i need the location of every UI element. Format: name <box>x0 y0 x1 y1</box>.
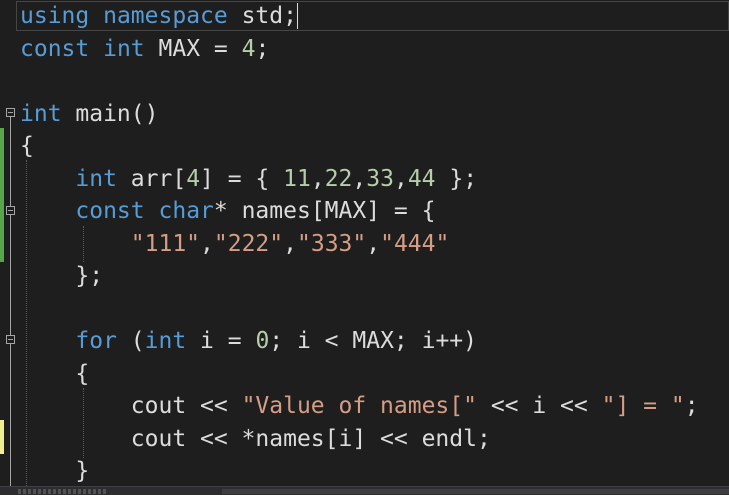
code-line-8[interactable]: "111","222","333","444" <box>20 228 450 260</box>
code-token: 33 <box>366 165 394 192</box>
text-caret <box>297 3 298 29</box>
code-token: char <box>158 198 214 224</box>
code-line-1[interactable]: using namespace std; <box>20 0 297 32</box>
code-token: { <box>20 133 34 159</box>
collapse-icon-main[interactable] <box>6 108 15 117</box>
code-token: MAX = <box>144 35 242 62</box>
code-token: for <box>75 328 117 354</box>
code-token: cout << <box>20 393 242 419</box>
code-token: main() <box>61 100 159 127</box>
code-token: 22 <box>324 165 353 192</box>
code-token: * names[MAX] = { <box>213 198 436 224</box>
code-token: 4 <box>186 165 201 192</box>
code-token: , <box>200 230 214 257</box>
code-token: int <box>144 328 187 354</box>
code-token: , <box>352 165 367 192</box>
code-token: "222" <box>213 230 284 257</box>
code-token: "111" <box>130 230 201 257</box>
code-token: i = <box>186 328 256 354</box>
outline-line-main <box>10 117 11 486</box>
code-line-7[interactable]: const char* names[MAX] = { <box>20 195 435 227</box>
code-line-9[interactable]: }; <box>20 260 103 292</box>
code-token: const <box>75 198 145 224</box>
code-line-6[interactable]: int arr[4] = { 11,22,33,44 }; <box>20 163 477 195</box>
code-token: 0 <box>255 328 270 354</box>
code-token: namespace <box>103 3 228 29</box>
change-indicator-unsaved <box>0 420 4 454</box>
code-token: "333" <box>297 230 367 257</box>
code-token: , <box>366 230 381 257</box>
code-line-15[interactable]: } <box>20 455 89 487</box>
code-token: using <box>20 3 90 29</box>
code-line-14[interactable]: cout << *names[i] << endl; <box>20 423 491 455</box>
code-token: , <box>310 165 325 192</box>
code-token: "] = " <box>601 393 685 419</box>
horizontal-scrollbar[interactable] <box>222 489 729 494</box>
change-indicator-saved <box>0 128 4 262</box>
code-line-5[interactable]: { <box>20 130 34 162</box>
code-token: 44 <box>407 165 436 192</box>
code-line-4[interactable]: int main() <box>20 98 158 130</box>
code-token: ( <box>116 328 145 354</box>
collapse-icon-for[interactable] <box>6 335 15 344</box>
code-line-11[interactable]: for (int i = 0; i < MAX; i++) <box>20 325 477 357</box>
code-token: cout << *names[i] << endl; <box>20 425 491 452</box>
status-text <box>18 489 108 494</box>
code-token: arr[ <box>116 165 187 192</box>
code-line-2[interactable]: const int MAX = 4; <box>20 33 269 65</box>
code-token: << i << <box>476 393 602 419</box>
code-token: ; <box>684 393 699 419</box>
code-token: , <box>283 230 297 257</box>
code-token: int <box>75 165 117 192</box>
code-token: int <box>103 35 145 62</box>
code-token: ; i < MAX; i++) <box>269 328 478 354</box>
code-token: }; <box>20 263 104 289</box>
collapse-icon-names[interactable] <box>6 206 15 215</box>
code-token: }; <box>435 165 478 192</box>
code-token: const <box>20 35 90 62</box>
code-token: 4 <box>241 35 256 62</box>
code-token: "Value of names[" <box>241 393 477 419</box>
code-token: 11 <box>283 165 311 192</box>
code-token: int <box>20 100 62 127</box>
code-token: ; <box>255 35 270 62</box>
code-token: std; <box>227 3 297 29</box>
code-token: { <box>20 360 90 387</box>
code-line-13[interactable]: cout << "Value of names[" << i << "] = "… <box>20 390 699 422</box>
code-token: "444" <box>380 230 450 257</box>
code-token: ] = { <box>200 165 284 192</box>
code-token: } <box>20 458 90 484</box>
code-editor[interactable]: using namespace std; const int MAX = 4; in… <box>0 0 729 486</box>
code-token: , <box>393 165 408 192</box>
code-line-12[interactable]: { <box>20 358 89 390</box>
